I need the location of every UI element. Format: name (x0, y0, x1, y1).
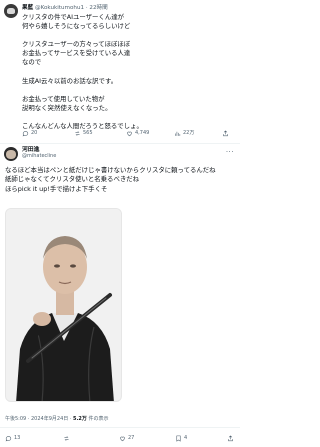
reply-count: 20 (31, 130, 38, 136)
tweet-text-line: クリスタの件でAIユーザーくん達が (22, 13, 124, 21)
share-icon (223, 129, 228, 136)
views-count: 22万 (183, 130, 195, 136)
more-options-icon[interactable]: ··· (226, 148, 234, 156)
repost-button[interactable] (63, 433, 72, 443)
tweet-text-line: 紙師じゃなくてクリスタ使いと名乗るべきだね (5, 175, 140, 184)
bookmark-button[interactable]: 4 (175, 433, 187, 443)
tweet-2: 河田進 @mihatecline ··· なるほど本当はペンと紙だけじゃ書けない… (0, 144, 240, 447)
heart-icon (127, 131, 132, 136)
tweet-time[interactable]: 22時間 (89, 5, 107, 11)
like-button[interactable]: 4,749 (126, 128, 149, 138)
tweet-1-text: クリスタの件でAIユーザーくん達が 何やら嬉しそうになってるらしいけど クリスタユー… (22, 13, 236, 131)
tweet-text-line (22, 68, 236, 77)
tweet-2-text: なるほど本当はペンと紙だけじゃ書けないからクリスタに頼ってるんだね 紙師じゃなくて… (5, 166, 237, 194)
views-chart-icon (175, 131, 181, 136)
repost-icon (64, 435, 69, 441)
share-button[interactable] (222, 128, 231, 138)
reply-icon (22, 130, 29, 136)
views-label: 件の表示 (88, 416, 109, 422)
tweet-text-line: お金払って使用していた物が (22, 94, 105, 103)
handle[interactable]: @Kokukitumohu1 (35, 5, 84, 11)
like-count: 27 (128, 435, 135, 441)
bookmark-icon (176, 435, 181, 442)
tweet-text-line: なので (22, 58, 42, 67)
tweet-1: 果藍 @Kokukitumohu1 · 22時間 クリスタの件でAIユーザーくん… (0, 0, 240, 143)
tweet-timestamp[interactable]: 午後5:09 · 2024年9月24日 · (5, 416, 71, 422)
avatar[interactable] (4, 147, 18, 161)
share-icon (228, 434, 233, 441)
tweet-text-line: 何やら嬉しそうになってるらしいけど (22, 22, 131, 31)
reply-count: 13 (14, 435, 21, 441)
tweet-text-line: ほらpick it up!手で描けよ下手くそ (5, 184, 108, 193)
avatar[interactable] (4, 4, 18, 18)
tweet-text-line: クリスタユーザーの方々ってほぼほぼ (22, 40, 131, 49)
tweet-text-line (22, 86, 236, 95)
tweet-1-header: 果藍 @Kokukitumohu1 · 22時間 (22, 5, 108, 11)
like-count: 4,749 (135, 130, 150, 136)
heart-icon (120, 436, 125, 441)
repost-icon (75, 130, 80, 136)
display-name[interactable]: 果藍 (22, 5, 33, 11)
share-button[interactable] (227, 433, 236, 443)
tweet-meta: 午後5:09 · 2024年9月24日 · 5.2万 件の表示 (5, 415, 109, 423)
tweet-text-line (22, 113, 236, 122)
person-photo-image (6, 209, 121, 401)
reply-button[interactable]: 20 (22, 128, 37, 138)
reply-icon (5, 435, 12, 441)
like-button[interactable]: 27 (119, 433, 134, 443)
tweet-photo[interactable] (5, 208, 122, 402)
repost-button[interactable]: 565 (74, 128, 93, 138)
tweet-text-line: 説明なく突然使えなくなった。 (22, 103, 112, 112)
tweet-text-line: なるほど本当はペンと紙だけじゃ書けないからクリスタに頼ってるんだね (5, 166, 216, 174)
repost-count: 565 (83, 130, 93, 136)
tweet-text-line (22, 31, 236, 40)
tweet-text-line: 生成AI云々以前のお話な訳です。 (22, 76, 118, 85)
tweet-text-line: お金払ってサービスを受けている人達 (22, 49, 131, 58)
handle[interactable]: @mihatecline (22, 153, 56, 160)
views-count: 5.2万 (73, 416, 87, 422)
bookmark-count: 4 (184, 435, 188, 441)
tweet-1-actions: 20 565 4,749 22万 (22, 128, 236, 138)
reply-button[interactable]: 13 (5, 433, 20, 443)
views-button[interactable]: 22万 (174, 128, 194, 138)
tweet-2-actions: 13 27 4 (5, 433, 237, 443)
divider (0, 427, 240, 428)
